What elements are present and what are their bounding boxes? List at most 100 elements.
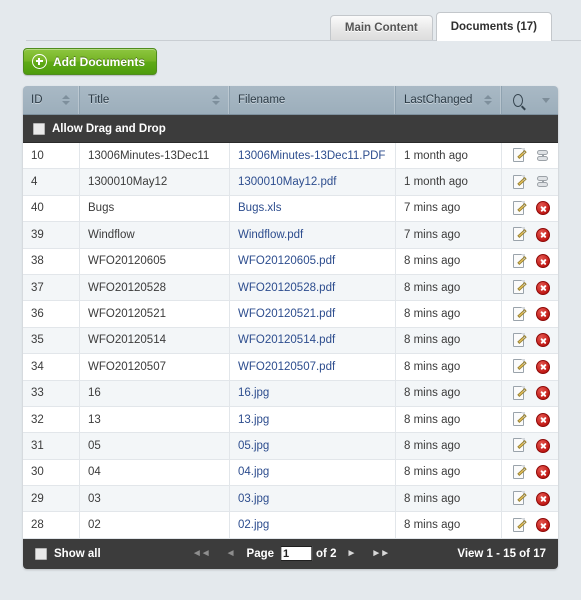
table-row[interactable]: 28 02 02.jpg 8 mins ago <box>23 512 558 538</box>
table-row[interactable]: 37 WFO20120528 WFO20120528.pdf 8 mins ag… <box>23 275 558 301</box>
filename-link[interactable]: Windflow.pdf <box>238 229 303 241</box>
link-icon[interactable] <box>536 149 550 163</box>
filename-link[interactable]: WFO20120528.pdf <box>238 282 335 294</box>
filename-link[interactable]: 1300010May12.pdf <box>238 176 336 188</box>
delete-icon[interactable] <box>536 228 550 242</box>
delete-icon[interactable] <box>536 360 550 374</box>
sort-toggle-title-icon[interactable] <box>212 93 221 107</box>
column-header-id[interactable]: ID <box>23 86 80 114</box>
delete-icon[interactable] <box>536 254 550 268</box>
filename-link[interactable]: 13006Minutes-13Dec11.PDF <box>238 150 385 162</box>
table-row[interactable]: 10 13006Minutes-13Dec11 13006Minutes-13D… <box>23 143 558 169</box>
cell-filename[interactable]: 13006Minutes-13Dec11.PDF <box>230 143 396 168</box>
cell-filename[interactable]: WFO20120605.pdf <box>230 249 396 274</box>
first-page-icon[interactable]: ◄◄ <box>184 548 218 559</box>
cell-filename[interactable]: Bugs.xls <box>230 196 396 221</box>
allow-drag-and-drop-checkbox[interactable] <box>33 123 45 135</box>
filename-link[interactable]: 03.jpg <box>238 493 269 505</box>
edit-icon[interactable] <box>513 307 526 322</box>
delete-icon[interactable] <box>536 281 550 295</box>
filename-link[interactable]: 04.jpg <box>238 466 269 478</box>
sort-toggle-id-icon[interactable] <box>62 93 71 107</box>
delete-icon[interactable] <box>536 465 550 479</box>
edit-icon[interactable] <box>513 254 526 269</box>
table-row[interactable]: 40 Bugs Bugs.xls 7 mins ago <box>23 196 558 222</box>
tab-main-content[interactable]: Main Content <box>330 15 433 41</box>
last-page-icon[interactable]: ►► <box>363 548 397 559</box>
show-all-toggle[interactable]: Show all <box>35 548 101 560</box>
filename-link[interactable]: 05.jpg <box>238 440 269 452</box>
filename-link[interactable]: WFO20120507.pdf <box>238 361 335 373</box>
cell-title: Windflow <box>80 222 230 247</box>
cell-filename[interactable]: WFO20120514.pdf <box>230 328 396 353</box>
allow-drag-and-drop-bar[interactable]: Allow Drag and Drop <box>23 115 558 143</box>
cell-filename[interactable]: 05.jpg <box>230 433 396 458</box>
edit-icon[interactable] <box>513 280 526 295</box>
table-row[interactable]: 32 13 13.jpg 8 mins ago <box>23 407 558 433</box>
cell-filename[interactable]: 02.jpg <box>230 512 396 537</box>
table-row[interactable]: 35 WFO20120514 WFO20120514.pdf 8 mins ag… <box>23 328 558 354</box>
edit-icon[interactable] <box>513 386 526 401</box>
filename-link[interactable]: 02.jpg <box>238 519 269 531</box>
delete-icon[interactable] <box>536 413 550 427</box>
page-number-input[interactable] <box>280 546 312 561</box>
delete-icon[interactable] <box>536 439 550 453</box>
cell-filename[interactable]: 13.jpg <box>230 407 396 432</box>
link-icon[interactable] <box>536 175 550 189</box>
edit-icon[interactable] <box>513 333 526 348</box>
table-row[interactable]: 34 WFO20120507 WFO20120507.pdf 8 mins ag… <box>23 354 558 380</box>
table-row[interactable]: 33 16 16.jpg 8 mins ago <box>23 381 558 407</box>
table-row[interactable]: 36 WFO20120521 WFO20120521.pdf 8 mins ag… <box>23 301 558 327</box>
column-header-actions[interactable] <box>502 86 558 114</box>
filename-link[interactable]: 13.jpg <box>238 414 269 426</box>
delete-icon[interactable] <box>536 492 550 506</box>
table-row[interactable]: 29 03 03.jpg 8 mins ago <box>23 486 558 512</box>
delete-icon[interactable] <box>536 333 550 347</box>
column-header-filename[interactable]: Filename <box>230 86 396 114</box>
search-icon[interactable] <box>513 94 523 107</box>
column-header-title[interactable]: Title <box>80 86 230 114</box>
tab-documents[interactable]: Documents (17) <box>436 12 552 41</box>
filename-link[interactable]: 16.jpg <box>238 387 269 399</box>
delete-icon[interactable] <box>536 518 550 532</box>
cell-filename[interactable]: WFO20120521.pdf <box>230 301 396 326</box>
table-row[interactable]: 38 WFO20120605 WFO20120605.pdf 8 mins ag… <box>23 249 558 275</box>
cell-filename[interactable]: 03.jpg <box>230 486 396 511</box>
table-row[interactable]: 39 Windflow Windflow.pdf 7 mins ago <box>23 222 558 248</box>
edit-icon[interactable] <box>513 412 526 427</box>
edit-icon[interactable] <box>513 227 526 242</box>
next-page-icon[interactable]: ► <box>338 548 363 559</box>
filename-link[interactable]: WFO20120514.pdf <box>238 334 335 346</box>
cell-filename[interactable]: 04.jpg <box>230 460 396 485</box>
cell-filename[interactable]: WFO20120528.pdf <box>230 275 396 300</box>
cell-filename[interactable]: 16.jpg <box>230 381 396 406</box>
filename-link[interactable]: WFO20120521.pdf <box>238 308 335 320</box>
delete-icon[interactable] <box>536 307 550 321</box>
cell-lastchanged: 8 mins ago <box>396 433 502 458</box>
chevron-down-icon[interactable] <box>542 98 550 103</box>
edit-icon[interactable] <box>513 465 526 480</box>
edit-icon[interactable] <box>513 359 526 374</box>
table-row[interactable]: 30 04 04.jpg 8 mins ago <box>23 460 558 486</box>
column-header-lastchanged[interactable]: LastChanged <box>396 86 502 114</box>
edit-icon[interactable] <box>513 201 526 216</box>
sort-toggle-lastchanged-icon[interactable] <box>484 93 493 107</box>
add-documents-button[interactable]: Add Documents <box>23 48 157 75</box>
edit-icon[interactable] <box>513 175 526 190</box>
filename-link[interactable]: Bugs.xls <box>238 202 281 214</box>
delete-icon[interactable] <box>536 201 550 215</box>
cell-filename[interactable]: 1300010May12.pdf <box>230 169 396 194</box>
table-row[interactable]: 4 1300010May12 1300010May12.pdf 1 month … <box>23 169 558 195</box>
cell-filename[interactable]: Windflow.pdf <box>230 222 396 247</box>
filename-link[interactable]: WFO20120605.pdf <box>238 255 335 267</box>
show-all-checkbox[interactable] <box>35 548 47 560</box>
edit-icon[interactable] <box>513 148 526 163</box>
prev-page-icon[interactable]: ◄ <box>218 548 243 559</box>
table-row[interactable]: 31 05 05.jpg 8 mins ago <box>23 433 558 459</box>
edit-icon[interactable] <box>513 518 526 533</box>
edit-icon[interactable] <box>513 491 526 506</box>
cell-lastchanged: 8 mins ago <box>396 486 502 511</box>
edit-icon[interactable] <box>513 438 526 453</box>
cell-filename[interactable]: WFO20120507.pdf <box>230 354 396 379</box>
delete-icon[interactable] <box>536 386 550 400</box>
